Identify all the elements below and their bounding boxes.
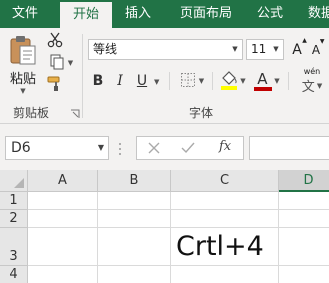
row-header-1[interactable]: 1: [0, 192, 28, 210]
drag-handle-icon[interactable]: [118, 141, 122, 157]
column-header-d[interactable]: D: [279, 170, 329, 192]
paste-label: 粘贴: [9, 72, 36, 87]
chevron-down-icon: ▼: [198, 77, 205, 85]
bold-button[interactable]: B: [90, 70, 106, 92]
worksheet-grid: A B C D 1 2 3 4 Crtl+4: [0, 170, 329, 283]
cell-a1[interactable]: [28, 192, 98, 210]
shrink-font-icon: A ▼: [311, 38, 325, 57]
chevron-down-icon: ▼: [316, 81, 323, 90]
format-painter-button[interactable]: [45, 76, 65, 94]
phonetic-guide-button[interactable]: wén 文 ▼: [295, 66, 329, 96]
border-icon: [180, 72, 196, 91]
chevron-down-icon: ▼: [67, 59, 74, 67]
cell-c3[interactable]: Crtl+4: [171, 228, 279, 266]
divider: [169, 72, 170, 90]
chevron-down-icon[interactable]: ▼: [154, 78, 159, 86]
font-color-icon: A: [254, 70, 273, 92]
underline-button[interactable]: U: [134, 70, 150, 92]
formula-buttons-area: fx: [136, 136, 244, 160]
cell-b1[interactable]: [98, 192, 171, 210]
cell-a3[interactable]: [28, 228, 98, 266]
tab-file[interactable]: 文件: [0, 0, 50, 28]
clipboard-group-label: 剪贴板: [13, 106, 50, 120]
tab-formulas[interactable]: 公式: [248, 0, 292, 28]
font-size-select[interactable]: 11 ▼: [246, 39, 284, 60]
decrease-font-button[interactable]: A ▼: [308, 38, 325, 60]
cell-b2[interactable]: [98, 210, 171, 228]
column-header-b[interactable]: B: [98, 170, 171, 192]
paste-button[interactable]: 粘贴 ▼: [6, 34, 40, 95]
column-header-a[interactable]: A: [28, 170, 98, 192]
column-header-c[interactable]: C: [171, 170, 279, 192]
select-all-corner[interactable]: [0, 170, 28, 192]
chevron-down-icon: ▼: [232, 45, 238, 53]
cell-d1[interactable]: [279, 192, 329, 210]
cell-a2[interactable]: [28, 210, 98, 228]
name-box-value: D6: [11, 140, 31, 156]
tab-insert[interactable]: 插入: [112, 0, 164, 28]
cut-button[interactable]: [45, 32, 65, 50]
dialog-launcher-icon[interactable]: [70, 108, 80, 118]
cell-d3[interactable]: [279, 228, 329, 266]
increase-font-button[interactable]: A ▲: [289, 37, 307, 60]
cell-c3-value: Crtl+4: [176, 231, 264, 262]
chevron-down-icon: ▼: [240, 77, 246, 85]
cell-c4[interactable]: [171, 266, 279, 283]
copy-icon: [49, 54, 65, 73]
formula-bar: D6 ▼ fx: [0, 124, 329, 170]
grow-font-icon: A ▲: [292, 37, 307, 58]
italic-button[interactable]: I: [112, 70, 128, 92]
chevron-down-icon: ▼: [274, 77, 280, 85]
ribbon: 粘贴 ▼ ▼ 剪贴板 等线 ▼ 11 ▼ A ▲ A ▼ B I U ▼ ▼ ▼…: [0, 28, 329, 124]
fill-color-button[interactable]: ▼: [218, 68, 248, 94]
tab-home[interactable]: 开始: [60, 2, 112, 28]
phonetic-wen-label: wén: [303, 67, 321, 76]
cell-c1[interactable]: [171, 192, 279, 210]
ribbon-tab-bar: 文件 开始 插入 页面布局 公式 数据: [0, 0, 329, 28]
paint-bucket-icon: [220, 70, 238, 93]
enter-check-icon[interactable]: [181, 141, 195, 155]
font-name-value: 等线: [93, 42, 118, 56]
scissors-icon: [47, 32, 63, 51]
phonetic-char: 文: [301, 80, 315, 95]
row-header-4[interactable]: 4: [0, 266, 28, 283]
cell-a4[interactable]: [28, 266, 98, 283]
tab-page-layout[interactable]: 页面布局: [166, 0, 246, 28]
row-header-2[interactable]: 2: [0, 210, 28, 228]
cell-d2[interactable]: [279, 210, 329, 228]
chevron-down-icon: ▼: [273, 45, 279, 53]
group-divider: [82, 34, 83, 118]
borders-button[interactable]: ▼: [177, 70, 207, 92]
font-name-select[interactable]: 等线 ▼: [88, 39, 243, 60]
divider: [212, 72, 213, 90]
cell-d4[interactable]: [279, 266, 329, 283]
chevron-down-icon: ▼: [97, 143, 104, 152]
format-painter-icon: [47, 76, 63, 95]
copy-button[interactable]: ▼: [45, 54, 77, 72]
divider: [288, 72, 289, 90]
cell-b3[interactable]: [98, 228, 171, 266]
chevron-down-icon: ▼: [20, 87, 26, 95]
cell-c2[interactable]: [171, 210, 279, 228]
font-size-value: 11: [251, 42, 267, 56]
cancel-icon[interactable]: [147, 141, 161, 155]
clipboard-icon: [9, 34, 37, 66]
row-header-3[interactable]: 3: [0, 228, 28, 266]
font-color-button[interactable]: A ▼: [252, 68, 282, 94]
insert-function-button[interactable]: fx: [219, 139, 231, 154]
tab-data[interactable]: 数据: [300, 0, 329, 28]
font-group-label: 字体: [189, 106, 214, 120]
name-box[interactable]: D6 ▼: [5, 136, 109, 160]
formula-input[interactable]: [249, 136, 329, 160]
cell-b4[interactable]: [98, 266, 171, 283]
